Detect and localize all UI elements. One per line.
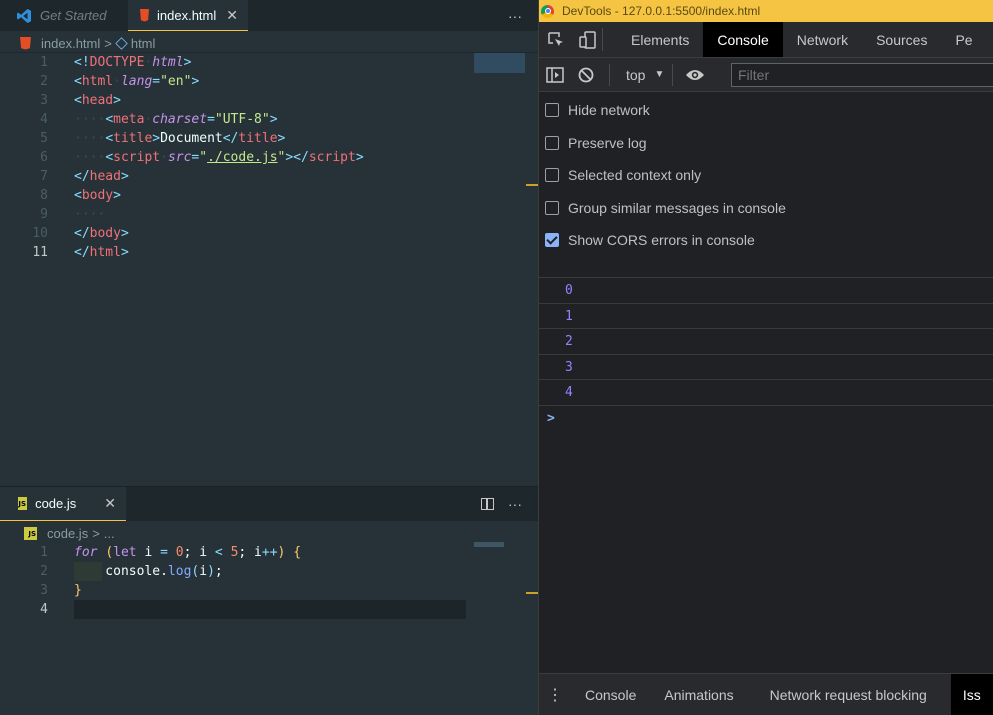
breadcrumb-file[interactable]: code.js bbox=[47, 526, 88, 541]
tab-performance[interactable]: Pe bbox=[941, 22, 972, 57]
tab-label: Get Started bbox=[40, 8, 107, 23]
breadcrumb: JS code.js > ... bbox=[0, 524, 115, 542]
code-line: 3 <head> bbox=[40, 93, 121, 108]
prompt-chevron-icon: > bbox=[547, 411, 555, 426]
tab-get-started[interactable]: Get Started bbox=[0, 0, 128, 31]
cube-icon bbox=[115, 36, 128, 50]
setting-label: Group similar messages in console bbox=[568, 199, 786, 216]
minimap[interactable] bbox=[474, 542, 504, 547]
js-code-area[interactable]: 1 for (let i = 0; i < 5; i++) { 2 console… bbox=[0, 543, 538, 619]
filter-input[interactable] bbox=[731, 63, 993, 87]
console-toolbar: top ▼ bbox=[539, 58, 993, 92]
drawer-tab-console[interactable]: Console bbox=[571, 674, 650, 715]
setting-label: Hide network bbox=[568, 102, 650, 119]
code-editor: Get Started index.html ✕ ··· index.html … bbox=[0, 0, 538, 715]
breadcrumb-separator: > bbox=[92, 525, 100, 541]
js-icon: JS bbox=[24, 526, 37, 540]
caret-down-icon: ▼ bbox=[654, 69, 665, 80]
checkbox[interactable] bbox=[545, 135, 559, 150]
code-line: 10 </body> bbox=[32, 226, 129, 241]
console-message: 0 bbox=[539, 278, 993, 304]
checkbox-checked[interactable] bbox=[545, 233, 559, 248]
devtools-titlebar: DevTools - 127.0.0.1:5500/index.html bbox=[539, 0, 993, 22]
code-line: 1 <!DOCTYPE·html> bbox=[40, 55, 192, 70]
setting-label: Preserve log bbox=[568, 134, 647, 151]
tab-label: code.js bbox=[35, 496, 77, 511]
scroll-indicator bbox=[526, 592, 538, 594]
setting-preserve-log[interactable]: Preserve log bbox=[539, 127, 993, 160]
code-line: 4 bbox=[40, 602, 48, 617]
tab-console[interactable]: Console bbox=[703, 22, 783, 57]
html-code-area[interactable]: 1 <!DOCTYPE·html> 2 <html·lang="en"> 3 <hea… bbox=[0, 53, 538, 262]
setting-show-cors-errors[interactable]: Show CORS errors in console bbox=[539, 224, 993, 257]
code-line: 2 console.log(i); bbox=[40, 564, 223, 579]
breadcrumb-separator: > bbox=[104, 35, 112, 51]
more-actions-icon[interactable]: ··· bbox=[492, 0, 538, 31]
devtools-drawer-tabs: ⋮ Console Animations Network request blo… bbox=[539, 673, 993, 715]
devtools-main-toolbar: Elements Console Network Sources Pe bbox=[539, 22, 993, 58]
breadcrumb-symbol[interactable]: html bbox=[131, 36, 156, 51]
editor-tab-bar-bottom: JS code.js ✕ ··· bbox=[0, 487, 538, 521]
code-line: 2 <html·lang="en"> bbox=[40, 74, 200, 89]
drawer-menu-icon[interactable]: ⋮ bbox=[539, 685, 571, 705]
console-message: 1 bbox=[539, 304, 993, 329]
tab-code-js[interactable]: JS code.js ✕ bbox=[0, 487, 126, 521]
tab-index-html[interactable]: index.html ✕ bbox=[128, 0, 248, 31]
setting-selected-context-only[interactable]: Selected context only bbox=[539, 159, 993, 192]
code-line: 8 <body> bbox=[40, 188, 121, 203]
checkbox[interactable] bbox=[545, 168, 559, 183]
console-settings: Hide network Preserve log Selected conte… bbox=[539, 92, 993, 278]
code-line: 7 </head> bbox=[40, 169, 129, 184]
scroll-indicator bbox=[526, 184, 538, 186]
device-toolbar-icon[interactable] bbox=[573, 28, 603, 51]
console-message: 2 bbox=[539, 329, 993, 355]
drawer-tab-issues[interactable]: Iss bbox=[950, 674, 993, 715]
drawer-tab-animations[interactable]: Animations bbox=[650, 674, 755, 715]
clear-console-icon[interactable] bbox=[571, 67, 601, 83]
live-expression-eye-icon[interactable] bbox=[672, 63, 716, 86]
context-value: top bbox=[626, 66, 646, 83]
code-line: 9 ···· bbox=[40, 207, 106, 222]
breadcrumb: index.html > html bbox=[0, 34, 155, 52]
console-message: 3 bbox=[539, 355, 993, 380]
checkbox[interactable] bbox=[545, 103, 559, 118]
code-line: 3} bbox=[40, 583, 82, 598]
drawer-tab-network-request-blocking[interactable]: Network request blocking bbox=[756, 674, 951, 715]
js-icon: JS bbox=[18, 497, 28, 510]
split-editor-icon[interactable] bbox=[481, 487, 504, 521]
context-selector[interactable]: top ▼ bbox=[609, 63, 672, 86]
console-message: 4 bbox=[539, 380, 993, 406]
tab-network[interactable]: Network bbox=[783, 22, 862, 57]
breadcrumb-file[interactable]: index.html bbox=[41, 36, 100, 51]
html5-icon bbox=[140, 8, 150, 22]
tab-sources[interactable]: Sources bbox=[862, 22, 941, 57]
sidebar-toggle-icon[interactable] bbox=[539, 66, 571, 83]
setting-group-similar[interactable]: Group similar messages in console bbox=[539, 192, 993, 225]
checkbox[interactable] bbox=[545, 200, 559, 215]
setting-label: Selected context only bbox=[568, 167, 702, 184]
setting-label: Show CORS errors in console bbox=[568, 232, 755, 249]
breadcrumb-symbol[interactable]: ... bbox=[104, 526, 115, 541]
code-line: 1 for (let i = 0; i < 5; i++) { bbox=[40, 545, 302, 560]
devtools-title: DevTools - 127.0.0.1:5500/index.html bbox=[562, 4, 761, 18]
editor-tab-bar: Get Started index.html ✕ ··· bbox=[0, 0, 538, 31]
devtools-panel: DevTools - 127.0.0.1:5500/index.html Ele… bbox=[538, 0, 993, 715]
minimap[interactable] bbox=[474, 53, 525, 73]
tab-label: index.html bbox=[157, 7, 217, 23]
code-line: 5 ····<title>Document</title> bbox=[40, 131, 286, 146]
chrome-icon bbox=[541, 4, 554, 18]
inspect-element-icon[interactable] bbox=[539, 22, 573, 57]
vscode-icon bbox=[17, 8, 31, 23]
code-line: 6 ····<script·src="./code.js"></script> bbox=[40, 150, 364, 165]
code-line: 11 </html> bbox=[32, 245, 129, 260]
tab-elements[interactable]: Elements bbox=[617, 22, 703, 57]
setting-hide-network[interactable]: Hide network bbox=[539, 94, 993, 127]
console-prompt[interactable]: > bbox=[539, 406, 993, 432]
more-actions-icon[interactable]: ··· bbox=[504, 487, 538, 521]
console-output[interactable]: 0 1 2 3 4 > bbox=[539, 278, 993, 432]
close-icon[interactable]: ✕ bbox=[226, 7, 238, 24]
html5-icon bbox=[20, 36, 31, 50]
close-icon[interactable]: ✕ bbox=[104, 495, 116, 512]
code-line: 4 ····<meta·charset="UTF-8"> bbox=[40, 112, 278, 127]
